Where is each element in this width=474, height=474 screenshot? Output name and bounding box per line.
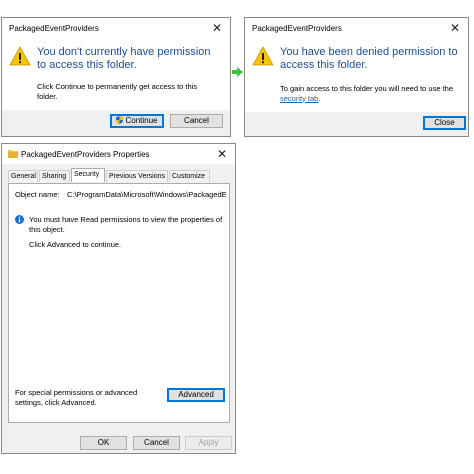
tab-security[interactable]: Security: [71, 168, 105, 182]
dialog-title: PackagedEventProviders Properties: [21, 150, 150, 159]
warning-icon: [9, 46, 31, 66]
dialog-titlebar: PackagedEventProviders Properties ✕: [2, 144, 235, 164]
tab-strip: General Sharing Security Previous Versio…: [8, 168, 228, 183]
object-name-value: C:\ProgramData\Microsoft\Windows\Package…: [67, 190, 227, 199]
warning-icon: [252, 46, 274, 66]
tab-customize[interactable]: Customize: [169, 170, 210, 182]
advanced-button[interactable]: Advanced: [167, 388, 225, 402]
close-icon[interactable]: ✕: [210, 21, 224, 35]
dialog-footer: Close: [245, 112, 468, 136]
tab-previous-versions[interactable]: Previous Versions: [106, 170, 168, 182]
shield-icon: [116, 116, 124, 124]
dialog-footer: Continue Cancel: [2, 110, 230, 136]
dialog-message: You don't currently have permission to a…: [37, 46, 211, 71]
security-panel: Object name: C:\ProgramData\Microsoft\Wi…: [8, 183, 230, 423]
tab-general[interactable]: General: [8, 170, 38, 182]
cancel-button[interactable]: Cancel: [133, 436, 180, 450]
continue-button[interactable]: Continue: [110, 114, 164, 128]
dialog-titlebar: PackagedEventProviders ✕: [245, 18, 468, 38]
dialog-titlebar: PackagedEventProviders ✕: [2, 18, 230, 38]
access-denied-dialog: PackagedEventProviders ✕ You have been d…: [244, 17, 469, 137]
special-permissions-text: For special permissions or advanced sett…: [15, 388, 138, 407]
cancel-button[interactable]: Cancel: [170, 114, 223, 128]
arrow-right-icon: [232, 67, 243, 77]
advanced-hint: Click Advanced to continue.: [29, 240, 122, 249]
object-name-label: Object name:: [15, 190, 60, 199]
dialog-message: You have been denied permission to acces…: [280, 46, 458, 71]
info-message: You must have Read permissions to view t…: [29, 215, 223, 234]
continue-label: Continue: [125, 116, 158, 125]
dialog-detail: Click Continue to permanently get access…: [37, 82, 198, 101]
close-icon[interactable]: ✕: [215, 147, 229, 161]
permission-dialog: PackagedEventProviders ✕ You don't curre…: [1, 17, 231, 137]
apply-button: Apply: [185, 436, 232, 450]
detail-text: To gain access to this folder you will n…: [280, 84, 454, 93]
dialog-title: PackagedEventProviders: [252, 24, 342, 33]
properties-dialog: PackagedEventProviders Properties ✕ Gene…: [1, 143, 236, 454]
detail-suffix: .: [318, 93, 321, 103]
security-tab-link[interactable]: security tab: [280, 94, 318, 103]
dialog-title: PackagedEventProviders: [9, 24, 99, 33]
close-icon[interactable]: ✕: [448, 21, 462, 35]
dialog-detail: To gain access to this folder you will n…: [280, 84, 462, 103]
tab-sharing[interactable]: Sharing: [39, 170, 70, 182]
ok-button[interactable]: OK: [80, 436, 127, 450]
info-icon: [15, 215, 24, 224]
folder-icon: [8, 150, 18, 158]
close-button[interactable]: Close: [423, 116, 466, 130]
